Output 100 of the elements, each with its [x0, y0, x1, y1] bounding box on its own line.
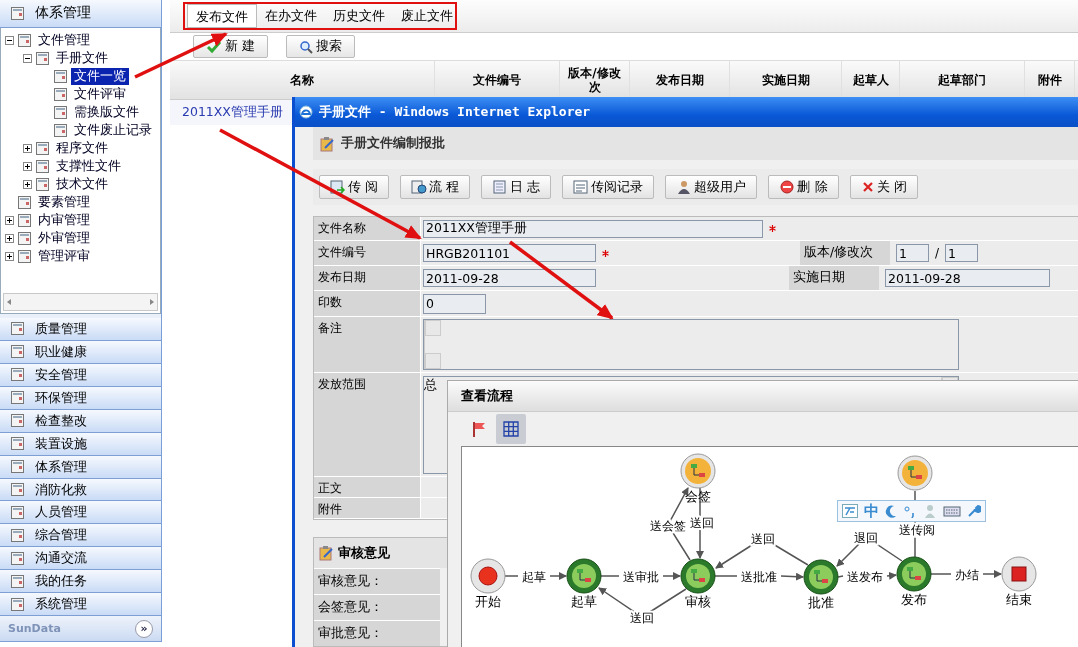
edge-label: 送审批 — [623, 570, 659, 584]
edge-label: 送批准 — [741, 570, 777, 584]
toolbar-button[interactable]: 关 闭 — [849, 175, 918, 199]
toolbar-button[interactable]: 流 程 — [400, 175, 471, 199]
module-item[interactable]: 安全管理 — [0, 363, 161, 387]
module-label: 环保管理 — [35, 388, 87, 407]
header-title: 体系管理 — [35, 4, 91, 23]
text-field[interactable]: HRGB201101 — [423, 244, 596, 262]
field-label: 审核意见： — [314, 568, 440, 594]
close-icon — [860, 180, 875, 194]
toolbar-button[interactable]: 新 建 — [193, 35, 268, 58]
text-field[interactable]: 2011-09-28 — [423, 269, 596, 287]
tree-item[interactable]: 需换版文件 — [71, 104, 142, 122]
search-icon — [299, 39, 313, 54]
tree-item[interactable]: 手册文件 — [53, 50, 111, 68]
document-icon — [10, 550, 25, 566]
expand-toggle[interactable] — [5, 216, 14, 226]
edge-label: 送发布 — [847, 570, 883, 584]
tab[interactable]: 历史文件 — [325, 4, 393, 28]
toolbar-button[interactable]: 传阅记录 — [562, 175, 655, 199]
text-field[interactable]: 1 — [945, 244, 978, 262]
window-title: 查看流程 — [448, 381, 1078, 412]
edge-label: 起草 — [522, 570, 546, 584]
node-label: 结束 — [1006, 592, 1032, 607]
expand-button[interactable]: » — [135, 619, 153, 638]
toolbar-button[interactable]: 超级用户 — [665, 175, 758, 199]
document-globe-icon — [411, 180, 428, 194]
node-label: 发布 — [901, 592, 927, 607]
tab[interactable]: 发布文件 — [187, 4, 257, 28]
collapse-toggle[interactable] — [23, 54, 32, 64]
toolbar-button[interactable]: 删 除 — [768, 175, 839, 199]
module-item[interactable]: 装置设施 — [0, 432, 161, 456]
field-label: 备注 — [314, 317, 421, 372]
grid-icon — [502, 420, 520, 438]
module-item[interactable]: 系统管理 — [0, 593, 161, 617]
module-item[interactable]: 沟通交流 — [0, 547, 161, 571]
text-field[interactable]: 1 — [895, 244, 929, 262]
tree-item[interactable]: 外审管理 — [35, 230, 93, 248]
node-label: 开始 — [475, 594, 501, 609]
tree-item[interactable]: 管理评审 — [35, 248, 93, 266]
document-icon — [17, 231, 32, 247]
expand-toggle[interactable] — [5, 234, 14, 244]
field-label: 正文 — [314, 477, 421, 497]
module-label: 系统管理 — [35, 595, 87, 614]
tree-item[interactable]: 支撑性文件 — [53, 158, 124, 176]
collapse-toggle[interactable] — [5, 36, 14, 46]
text-field[interactable]: 0 — [423, 293, 486, 314]
tree-item[interactable]: 文件评审 — [71, 86, 129, 104]
module-item[interactable]: 我的任务 — [0, 570, 161, 594]
document-icon — [35, 159, 50, 175]
wrench-icon[interactable] — [967, 504, 981, 518]
toolbar-button[interactable]: 日 志 — [481, 175, 552, 199]
logo-icon[interactable] — [842, 504, 858, 518]
expand-toggle[interactable] — [5, 252, 14, 262]
toolbar-button[interactable]: 搜索 — [286, 35, 355, 58]
module-item[interactable]: 综合管理 — [0, 524, 161, 548]
module-item[interactable]: 消防化救 — [0, 478, 161, 502]
tree-item[interactable]: 程序文件 — [53, 140, 111, 158]
field-label: 文件编号 — [314, 241, 421, 265]
document-icon — [10, 482, 25, 497]
module-item[interactable]: 环保管理 — [0, 386, 161, 410]
module-item[interactable]: 检查整改 — [0, 409, 161, 433]
toolbar-button[interactable] — [496, 414, 526, 444]
field-label: 发放范围 — [314, 373, 421, 476]
text-field[interactable]: 2011-09-28 — [885, 269, 1050, 287]
horizontal-scrollbar[interactable] — [3, 293, 158, 311]
punctuation-icon[interactable] — [903, 504, 917, 518]
tab[interactable]: 废止文件 — [393, 4, 461, 28]
expand-toggle[interactable] — [23, 144, 32, 154]
expand-toggle[interactable] — [23, 162, 32, 172]
section-heading: 审核意见 — [338, 544, 390, 562]
tree-item[interactable]: 文件废止记录 — [71, 122, 155, 140]
module-item[interactable]: 职业健康 — [0, 340, 161, 364]
expand-toggle[interactable] — [23, 180, 32, 190]
document-icon — [10, 344, 25, 360]
field-label: 版本/修改次 — [799, 241, 890, 265]
flow-arrow — [662, 572, 681, 580]
tree-item[interactable]: 内审管理 — [35, 212, 93, 230]
document-icon — [10, 527, 25, 543]
task-node — [680, 558, 716, 594]
tree-item[interactable]: 要素管理 — [35, 194, 93, 212]
tree-item[interactable]: 技术文件 — [53, 176, 111, 194]
field-label: 印数 — [314, 291, 421, 316]
field-label: 会签意见： — [314, 594, 440, 620]
module-item[interactable]: 人员管理 — [0, 501, 161, 525]
sidebar-header[interactable]: 体系管理 — [0, 0, 161, 28]
document-icon — [35, 51, 50, 67]
toolbar-button[interactable]: 传 阅 — [319, 175, 390, 199]
module-item[interactable]: 体系管理 — [0, 455, 161, 479]
tree-item[interactable]: 文件一览 — [71, 68, 129, 86]
tree-item[interactable]: 文件管理 — [35, 32, 93, 50]
document-icon — [10, 367, 25, 383]
field-label: 附件 — [314, 498, 421, 518]
module-item[interactable]: 质量管理 — [0, 318, 161, 341]
table-cell[interactable]: 2011XX管理手册 — [182, 104, 283, 121]
tab[interactable]: 在办文件 — [257, 4, 325, 28]
moon-icon[interactable] — [885, 504, 897, 518]
document-icon — [35, 177, 50, 193]
text-field[interactable]: 2011XX管理手册 — [423, 219, 763, 238]
user-icon — [676, 180, 693, 194]
